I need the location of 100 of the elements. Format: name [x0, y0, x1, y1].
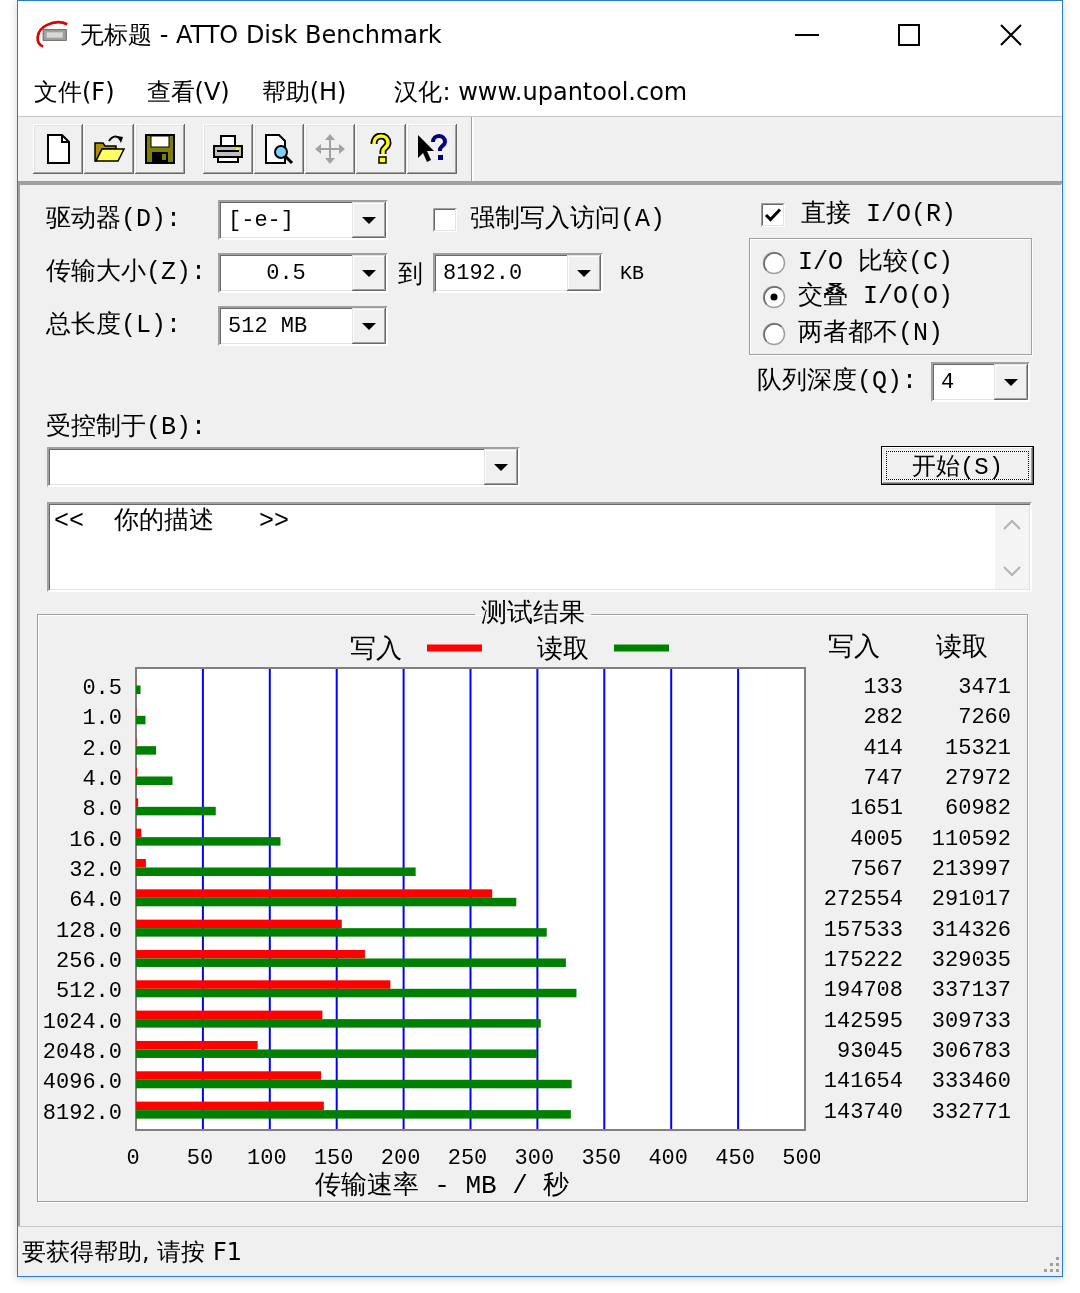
radio-button[interactable]: [762, 322, 786, 346]
toolbar-button[interactable]: [84, 124, 134, 174]
radio-label[interactable]: I/O 比较(C): [798, 248, 954, 278]
category-label: 128.0: [56, 918, 122, 944]
tick-label: 500: [782, 1146, 820, 1171]
size-from-dropdown[interactable]: 0.5: [218, 253, 388, 293]
table-cell-text: 272554: [822, 886, 903, 915]
window-title: 无标题 - ATTO Disk Benchmark: [80, 19, 442, 51]
queue-depth-dropdown[interactable]: 4: [931, 362, 1030, 402]
field-label: 传输大小(Z):: [46, 258, 207, 288]
table-cell-text: 143740: [822, 1098, 903, 1127]
checkbox[interactable]: [761, 203, 785, 227]
table-cell-text: 414: [862, 734, 903, 763]
menu-item[interactable]: 查看(V): [146, 75, 230, 109]
tick-label: 250: [447, 1146, 488, 1171]
range-label: 到: [398, 259, 423, 290]
size-to-dropdown[interactable]: 8192.0: [433, 253, 603, 293]
category-label: 1024.0: [42, 1009, 122, 1035]
field-label: 驱动器(D):: [46, 205, 182, 235]
table-cell-text: 175222: [822, 946, 903, 975]
category-label: 64.0: [69, 888, 122, 914]
category-label: 4.0: [82, 767, 122, 792]
group-title: 测试结果: [479, 599, 586, 629]
checkbox-label[interactable]: 强制写入访问(A): [470, 205, 665, 235]
category-label: 8.0: [82, 797, 122, 823]
minimize-icon: [795, 33, 819, 36]
checkbox[interactable]: [433, 208, 457, 232]
caret-icon[interactable]: [352, 308, 386, 344]
tick-label: 50: [186, 1146, 214, 1171]
table-cell-text: 7260: [957, 704, 1011, 733]
caret-icon[interactable]: [994, 364, 1028, 400]
tick-label: 300: [514, 1146, 555, 1171]
table-cell-text: 282: [862, 704, 903, 733]
table-cell-text: 291017: [930, 886, 1011, 915]
table-cell-text: 157533: [822, 916, 903, 945]
checkbox-label[interactable]: 直接 I/O(R): [801, 200, 957, 230]
table-cell-text: 142595: [822, 1007, 903, 1036]
category-label: 1.0: [82, 706, 122, 732]
toolbar-button[interactable]: [407, 124, 457, 174]
table-cell-text: 194708: [822, 977, 903, 1006]
category-label: 4096.0: [42, 1070, 122, 1096]
caret-icon[interactable]: [352, 255, 386, 291]
toolbar-button[interactable]: [135, 124, 185, 174]
table-cell-text: 3471: [957, 674, 1011, 702]
table-cell-text: 337137: [930, 977, 1011, 1006]
printer-icon: [212, 133, 244, 165]
category-label: 8192.0: [42, 1100, 122, 1126]
drive-dropdown[interactable]: [-e-]: [218, 200, 388, 240]
length-dropdown[interactable]: 512 MB: [218, 306, 388, 346]
category-label: 0.5: [82, 676, 122, 701]
table-cell-text: 4005: [849, 825, 903, 854]
field-label: 队列深度(Q):: [757, 367, 917, 397]
controlled-by-dropdown[interactable]: [47, 447, 520, 487]
table-cell-text: 309733: [930, 1007, 1011, 1036]
status-text: 要获得帮助, 请按 F1: [22, 1236, 242, 1268]
toolbar-button[interactable]: [33, 124, 83, 174]
radio-button[interactable]: [762, 251, 786, 275]
table-cell-text: 110592: [930, 825, 1011, 854]
table-cell-text: 306783: [930, 1037, 1011, 1066]
menu-item[interactable]: 文件(F): [34, 75, 115, 109]
close-icon: [1000, 23, 1022, 46]
description-field[interactable]: << 你的描述 >>: [47, 502, 1032, 592]
table-cell-text: 133: [862, 674, 903, 702]
check-icon: [764, 208, 782, 222]
legend-label: 读取: [537, 635, 589, 665]
toolbar-button[interactable]: [254, 124, 304, 174]
radio-dot-icon: [770, 293, 778, 301]
table-cell-text: 15321: [944, 734, 1011, 763]
caret-icon[interactable]: [352, 202, 386, 238]
radio-label[interactable]: 两者都不(N): [798, 319, 943, 349]
toolbar-button[interactable]: [203, 124, 253, 174]
menu-item[interactable]: 帮助(H): [261, 75, 347, 109]
pointer-question-icon: [416, 133, 448, 165]
table-cell-text: 60982: [944, 795, 1011, 824]
column-header: 读取: [935, 632, 989, 665]
folder-icon: [93, 133, 125, 165]
tick-label: 450: [715, 1146, 755, 1171]
radio-button[interactable]: [762, 285, 786, 309]
page-magnifier-icon: [263, 133, 295, 165]
table-cell-text: 314326: [930, 916, 1011, 945]
tick-label: 200: [380, 1146, 421, 1171]
category-label: 256.0: [56, 948, 122, 974]
move-arrows-icon: [314, 133, 346, 165]
radio-label[interactable]: 交叠 I/O(O): [798, 282, 954, 312]
category-label: 2048.0: [42, 1039, 122, 1065]
axis-title: 传输速率 - MB / 秒: [314, 1171, 570, 1200]
tick-label: 350: [581, 1146, 622, 1171]
table-cell-text: 747: [862, 765, 903, 793]
field-label: 受控制于(B):: [46, 413, 206, 443]
table-cell-text: 333460: [930, 1068, 1011, 1097]
table-cell-text: 213997: [930, 855, 1011, 884]
maximize-icon: [898, 23, 920, 46]
toolbar-button[interactable]: [356, 124, 406, 174]
caret-icon[interactable]: [567, 255, 601, 291]
menu-item[interactable]: 汉化: www.upantool.com: [394, 75, 688, 109]
column-header: 写入: [827, 632, 881, 665]
table-cell-text: 141654: [822, 1068, 903, 1097]
caret-icon[interactable]: [484, 449, 518, 485]
start-button[interactable]: 开始(S): [881, 446, 1034, 485]
unit-label: KB: [620, 261, 645, 285]
